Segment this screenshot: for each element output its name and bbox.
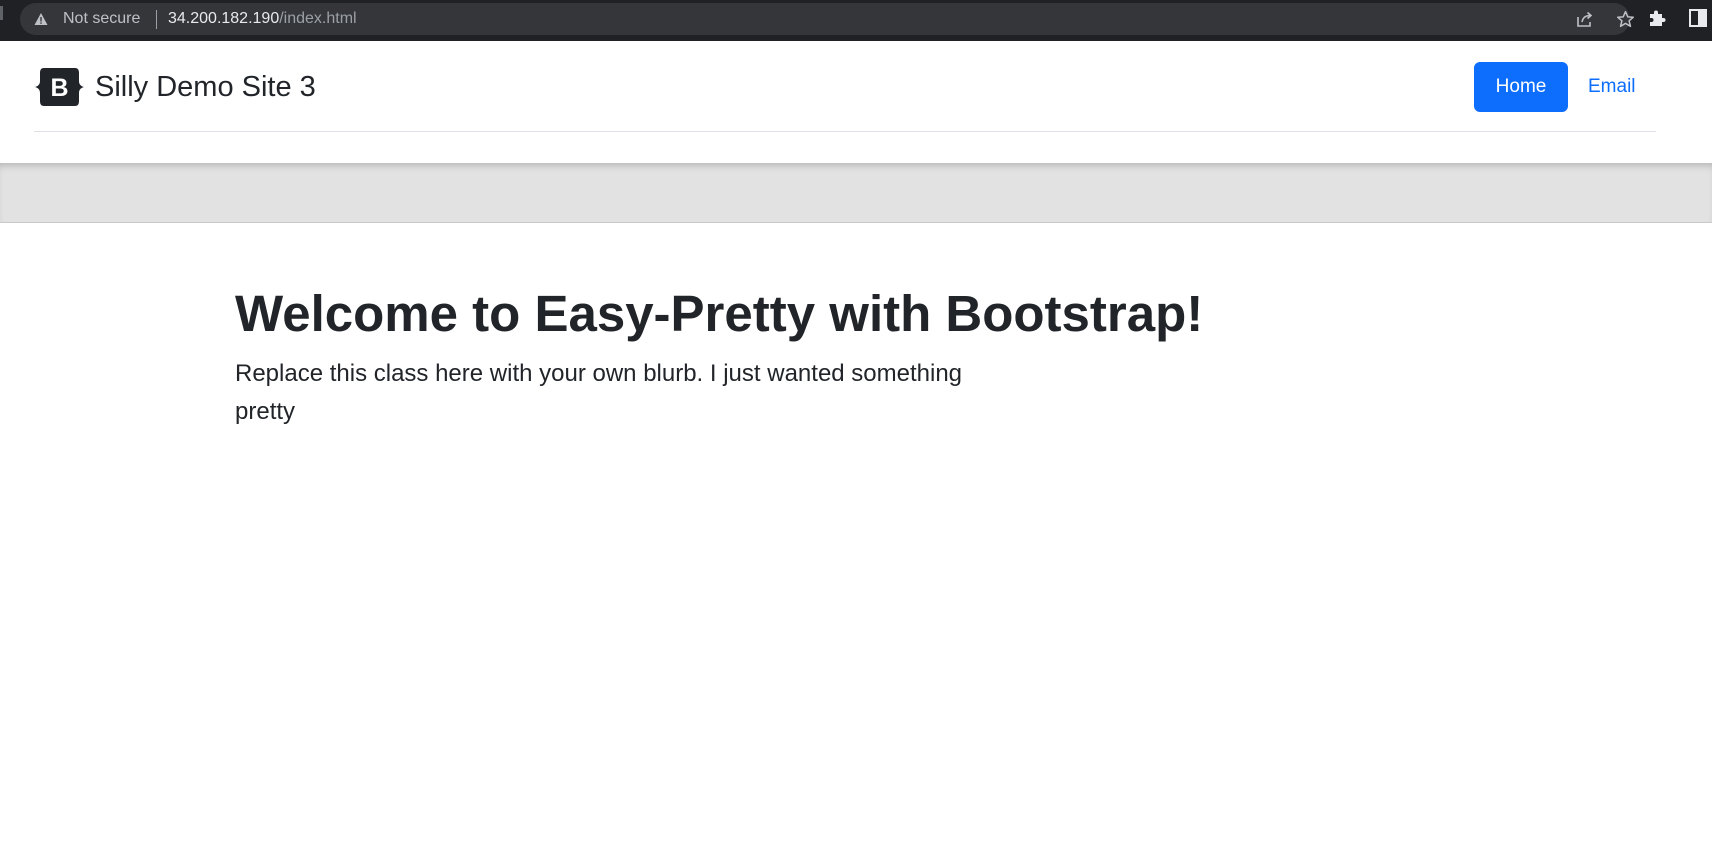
nav-email-link[interactable]: Email bbox=[1588, 62, 1636, 112]
address-bar[interactable]: Not secure 34.200.182.190/index.html bbox=[20, 3, 1635, 35]
url-divider bbox=[156, 10, 157, 29]
browser-toolbar: Not secure 34.200.182.190/index.html bbox=[0, 0, 1712, 41]
header-band bbox=[0, 163, 1712, 223]
nav-home-button[interactable]: Home bbox=[1474, 62, 1568, 112]
hero-lead: Replace this class here with your own bl… bbox=[235, 360, 963, 425]
url-host: 34.200.182.190 bbox=[168, 10, 280, 27]
security-status[interactable]: Not secure bbox=[63, 10, 140, 28]
header-divider bbox=[34, 131, 1656, 132]
url-text[interactable]: 34.200.182.190/index.html bbox=[168, 10, 357, 28]
puzzle-icon[interactable] bbox=[1647, 8, 1667, 28]
share-icon[interactable] bbox=[1576, 11, 1594, 28]
bootstrap-logo-icon: B bbox=[35, 68, 84, 106]
side-panel-icon[interactable] bbox=[1688, 8, 1708, 28]
star-icon[interactable] bbox=[1616, 10, 1635, 29]
tab-edge bbox=[0, 6, 3, 20]
warning-icon[interactable] bbox=[34, 12, 48, 26]
site-header: B Silly Demo Site 3 Home Email bbox=[0, 41, 1712, 163]
brand-link[interactable]: B Silly Demo Site 3 bbox=[34, 66, 316, 108]
url-path: /index.html bbox=[279, 10, 357, 27]
brand-logo-letter: B bbox=[50, 74, 68, 102]
hero-title: Welcome to Easy-Pretty with Bootstrap! bbox=[235, 285, 1204, 342]
site-title: Silly Demo Site 3 bbox=[95, 70, 316, 103]
